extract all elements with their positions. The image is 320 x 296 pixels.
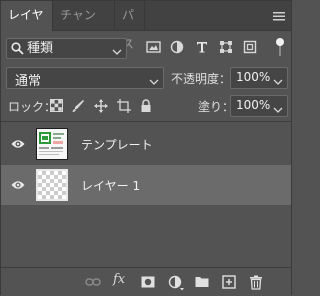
new-group-folder-icon[interactable] bbox=[195, 275, 209, 289]
lock-artboard-icon[interactable] bbox=[117, 99, 131, 113]
visibility-eye-icon[interactable] bbox=[11, 179, 25, 191]
panel-menu-icon[interactable] bbox=[273, 10, 285, 24]
fill-value: 100% bbox=[236, 98, 271, 112]
panel-tab-bar: レイヤー チャンネル パス bbox=[1, 1, 291, 51]
search-icon bbox=[11, 42, 24, 58]
fill-field[interactable]: 100% bbox=[230, 95, 288, 117]
chevron-down-icon[interactable] bbox=[273, 102, 283, 116]
layers-list: テンプレート レイヤー 1 bbox=[1, 122, 291, 247]
visibility-eye-icon[interactable] bbox=[11, 138, 25, 150]
chevron-down-icon bbox=[112, 44, 122, 58]
blend-mode-select[interactable]: 通常 bbox=[6, 67, 164, 89]
new-layer-icon[interactable] bbox=[222, 275, 236, 289]
tab-layers[interactable]: レイヤー bbox=[1, 1, 53, 51]
add-mask-icon[interactable] bbox=[141, 275, 155, 289]
layer-row-layer-1[interactable]: レイヤー 1 bbox=[1, 165, 291, 205]
opacity-field[interactable]: 100% bbox=[230, 67, 288, 89]
filter-kind-value: 種類 bbox=[27, 41, 54, 56]
blend-mode-value: 通常 bbox=[15, 74, 42, 89]
tab-channels[interactable]: チャンネル bbox=[53, 1, 115, 51]
smart-object-filter-icon[interactable] bbox=[243, 40, 259, 56]
filter-toggle-switch[interactable] bbox=[274, 37, 286, 59]
adjustment-layer-filter-icon[interactable] bbox=[170, 40, 186, 56]
type-layer-filter-icon[interactable] bbox=[195, 40, 211, 56]
layers-bottom-toolbar: fx bbox=[1, 267, 291, 296]
new-adjustment-layer-icon[interactable] bbox=[168, 275, 184, 291]
blend-row: 通常 不透明度： 100% bbox=[1, 66, 291, 90]
opacity-value: 100% bbox=[236, 70, 271, 84]
tab-paths[interactable]: パス bbox=[115, 1, 145, 51]
lock-transparent-pixels-icon[interactable] bbox=[50, 99, 64, 113]
pixel-layer-filter-icon[interactable] bbox=[146, 40, 162, 56]
lock-position-icon[interactable] bbox=[94, 99, 108, 113]
layer-thumbnail bbox=[36, 169, 68, 201]
shape-layer-filter-icon[interactable] bbox=[219, 40, 235, 56]
lock-row: ロック： 塗り： 100% bbox=[1, 94, 291, 118]
layers-panel: レイヤー チャンネル パス 種類 bbox=[0, 0, 292, 296]
filter-kind-select[interactable]: 種類 bbox=[6, 38, 127, 59]
lock-image-pixels-icon[interactable] bbox=[71, 99, 85, 113]
link-layers-icon[interactable] bbox=[85, 275, 101, 289]
layer-filter-row: 種類 bbox=[1, 33, 291, 63]
delete-layer-trash-icon[interactable] bbox=[249, 275, 263, 290]
opacity-label: 不透明度： bbox=[171, 72, 232, 86]
layer-thumbnail bbox=[36, 128, 68, 160]
layer-name: レイヤー 1 bbox=[81, 179, 141, 193]
lock-label: ロック： bbox=[8, 100, 57, 114]
fill-label: 塗り： bbox=[198, 100, 235, 114]
layer-row-template[interactable]: テンプレート bbox=[1, 124, 291, 164]
layer-name: テンプレート bbox=[81, 138, 153, 152]
chevron-down-icon bbox=[149, 74, 159, 88]
layer-style-fx-button[interactable]: fx bbox=[113, 272, 125, 287]
lock-all-icon[interactable] bbox=[140, 99, 154, 113]
chevron-down-icon[interactable] bbox=[273, 74, 283, 88]
